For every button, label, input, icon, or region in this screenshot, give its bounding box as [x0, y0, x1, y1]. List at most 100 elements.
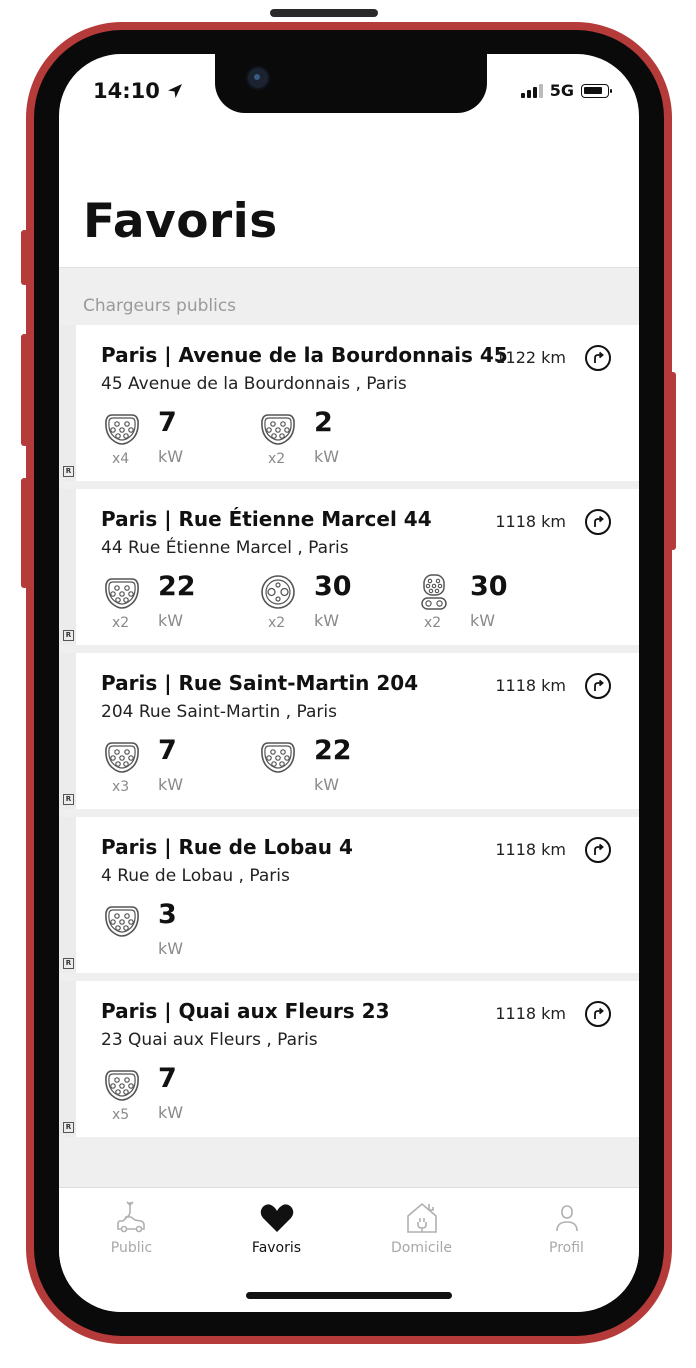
tab-label: Favoris	[251, 1240, 302, 1256]
connector-power: 7	[158, 735, 177, 766]
r-badge-icon: R	[63, 466, 74, 477]
type2-icon	[103, 737, 141, 775]
connector-power: 30	[314, 571, 352, 602]
r-badge-icon: R	[63, 630, 74, 641]
charger-card[interactable]: R Paris | Rue de Lobau 4 4 Rue de Lobau , …	[59, 817, 639, 973]
charger-title: Paris | Quai aux Fleurs 23	[101, 999, 390, 1023]
connector-unit: kW	[314, 611, 340, 630]
volume-up-button	[21, 334, 28, 446]
connector-count: x2	[268, 615, 286, 631]
home-indicator	[246, 1292, 452, 1299]
screen: 14:10 5G Favoris Chargeurs publics R Pari…	[59, 54, 639, 1312]
charger-title: Paris | Rue de Lobau 4	[101, 835, 353, 859]
connector-power: 7	[158, 407, 177, 438]
type2-icon	[103, 573, 141, 611]
card-stripe: R	[59, 489, 76, 645]
type2-icon	[259, 409, 297, 447]
charger-distance: 1118 km	[495, 1004, 566, 1023]
connector-unit: kW	[158, 1103, 184, 1122]
connector-count: x4	[112, 451, 130, 467]
directions-button[interactable]	[585, 673, 611, 699]
turn-right-icon	[594, 351, 604, 363]
card-stripe: R	[59, 325, 76, 481]
connector-count: x2	[424, 615, 442, 631]
card-stripe: R	[59, 653, 76, 809]
connector: 30 kW x2	[413, 571, 563, 633]
connector-unit: kW	[158, 611, 184, 630]
signal-icon	[520, 83, 543, 98]
charger-address: 204 Rue Saint-Martin , Paris	[101, 702, 337, 722]
charger-address: 45 Avenue de la Bourdonnais , Paris	[101, 374, 407, 394]
charger-address: 44 Rue Étienne Marcel , Paris	[101, 538, 349, 558]
status-time-text: 14:10	[93, 79, 160, 103]
favorites-list[interactable]: Chargeurs publics R Paris | Avenue de la …	[59, 267, 639, 1188]
charger-distance: 1118 km	[495, 512, 566, 531]
chademo-icon	[259, 573, 297, 611]
power-button	[669, 372, 676, 550]
connector-unit: kW	[314, 775, 340, 794]
charger-card[interactable]: R Paris | Rue Étienne Marcel 44 44 Rue Éti…	[59, 489, 639, 645]
charger-title: Paris | Avenue de la Bourdonnais 45	[101, 343, 508, 367]
connector: 30 kW x2	[257, 571, 407, 633]
tab-label: Public	[110, 1240, 153, 1256]
r-badge-icon: R	[63, 1122, 74, 1133]
home-plug-icon	[406, 1202, 437, 1233]
volume-down-button	[21, 478, 28, 588]
directions-button[interactable]	[585, 345, 611, 371]
battery-icon	[581, 83, 612, 98]
notch	[215, 54, 487, 113]
directions-button[interactable]	[585, 509, 611, 535]
status-time: 14:10	[93, 79, 184, 103]
connector-power: 2	[314, 407, 333, 438]
directions-button[interactable]	[585, 1001, 611, 1027]
connector-power: 22	[158, 571, 196, 602]
tab-profil[interactable]: Profil	[494, 1198, 639, 1256]
connector-count: x2	[268, 451, 286, 467]
camera-icon	[246, 66, 270, 90]
turn-right-icon	[594, 843, 604, 855]
tab-public[interactable]: Public	[59, 1198, 204, 1256]
r-badge-icon: R	[63, 958, 74, 969]
connector-power: 7	[158, 1063, 177, 1094]
type2-icon	[103, 409, 141, 447]
connector-unit: kW	[314, 447, 340, 466]
type2-icon	[103, 1065, 141, 1103]
card-stripe: R	[59, 817, 76, 973]
connector-unit: kW	[158, 939, 184, 958]
mute-switch	[21, 230, 28, 285]
connector: 22 kW x2	[101, 571, 251, 633]
turn-right-icon	[594, 679, 604, 691]
type2-icon	[259, 737, 297, 775]
car-charging-icon	[116, 1201, 145, 1233]
tab-favoris[interactable]: Favoris	[204, 1198, 349, 1256]
connector-count: x3	[112, 779, 130, 795]
heart-icon	[260, 1204, 293, 1232]
charger-card[interactable]: R Paris | Avenue de la Bourdonnais 45 45 A…	[59, 325, 639, 481]
card-stripe: R	[59, 981, 76, 1137]
charger-address: 23 Quai aux Fleurs , Paris	[101, 1030, 318, 1050]
person-icon	[555, 1205, 578, 1232]
directions-button[interactable]	[585, 837, 611, 863]
charger-card[interactable]: R Paris | Quai aux Fleurs 23 23 Quai aux F…	[59, 981, 639, 1137]
tab-label: Domicile	[391, 1240, 452, 1256]
connector-power: 30	[470, 571, 508, 602]
connector-unit: kW	[470, 611, 496, 630]
charger-address: 4 Rue de Lobau , Paris	[101, 866, 290, 886]
ccs-icon	[415, 573, 453, 611]
connector: 7 kW x4	[101, 407, 251, 469]
r-badge-icon: R	[63, 794, 74, 805]
connector-count: x5	[112, 1107, 130, 1123]
turn-right-icon	[594, 1007, 604, 1019]
connector-unit: kW	[158, 775, 184, 794]
connector-unit: kW	[158, 447, 184, 466]
tab-domicile[interactable]: Domicile	[349, 1198, 494, 1256]
charger-title: Paris | Rue Étienne Marcel 44	[101, 507, 432, 531]
status-indicators: 5G	[520, 81, 612, 100]
connector-power: 3	[158, 899, 177, 930]
charger-card[interactable]: R Paris | Rue Saint-Martin 204 204 Rue Sai…	[59, 653, 639, 809]
charger-distance: 1118 km	[495, 676, 566, 695]
charger-title: Paris | Rue Saint-Martin 204	[101, 671, 419, 695]
charger-distance: 1118 km	[495, 840, 566, 859]
turn-right-icon	[594, 515, 604, 527]
connector: 7 kW x5	[101, 1063, 251, 1125]
